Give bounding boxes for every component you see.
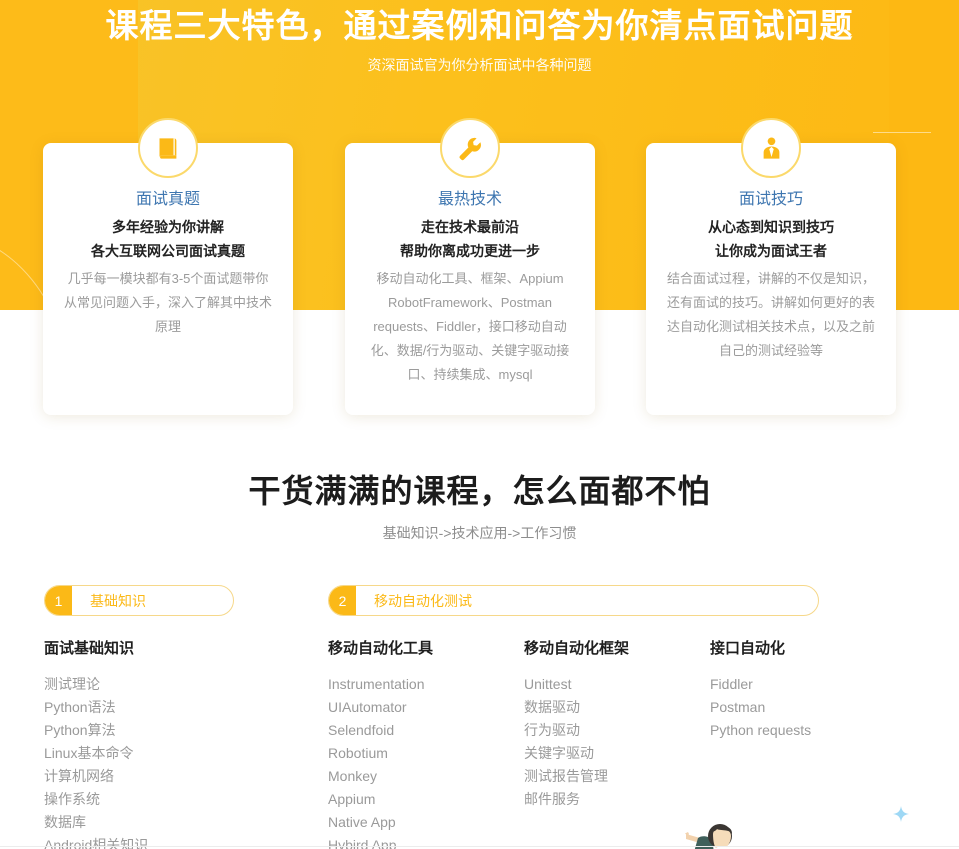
sparkle-icon bbox=[893, 806, 909, 822]
tab-label: 移动自动化测试 bbox=[356, 586, 472, 615]
list-item[interactable]: Robotium bbox=[328, 742, 518, 765]
tab-basic-knowledge[interactable]: 1 基础知识 bbox=[44, 585, 234, 616]
list-item[interactable]: 测试理论 bbox=[44, 673, 314, 696]
list-item[interactable]: Unittest bbox=[524, 673, 704, 696]
curriculum-section-title: 干货满满的课程，怎么面都不怕 bbox=[0, 468, 959, 514]
column-heading: 移动自动化框架 bbox=[524, 638, 704, 660]
feature-card-description: 几乎每一模块都有3-5个面试题带你从常见问题入手，深入了解其中技术原理 bbox=[63, 267, 273, 339]
feature-card-lead: 多年经验为你讲解 各大互联网公司面试真题 bbox=[43, 215, 293, 263]
list-item[interactable]: Python算法 bbox=[44, 719, 314, 742]
list-item[interactable]: 数据库 bbox=[44, 811, 314, 834]
feature-card-interview-questions[interactable]: 面试真题 多年经验为你讲解 各大互联网公司面试真题 几乎每一模块都有3-5个面试… bbox=[43, 143, 293, 415]
column-heading: 面试基础知识 bbox=[44, 638, 314, 660]
list-item[interactable]: Fiddler bbox=[710, 673, 910, 696]
feature-card-title: 面试技巧 bbox=[646, 185, 896, 209]
feature-card-lead-line1: 从心态到知识到技巧 bbox=[646, 215, 896, 239]
feature-card-lead-line1: 多年经验为你讲解 bbox=[43, 215, 293, 239]
person-tie-icon bbox=[741, 118, 801, 178]
list-item[interactable]: Instrumentation bbox=[328, 673, 518, 696]
curriculum-column-mobile-automation-tools: 移动自动化工具 Instrumentation UIAutomator Sele… bbox=[328, 638, 518, 849]
column-heading: 接口自动化 bbox=[710, 638, 910, 660]
list-item[interactable]: 测试报告管理 bbox=[524, 765, 704, 788]
list-item[interactable]: 计算机网络 bbox=[44, 765, 314, 788]
pointing-person-illustration bbox=[684, 812, 746, 849]
list-item[interactable]: Native App bbox=[328, 811, 518, 834]
list-item[interactable]: 操作系统 bbox=[44, 788, 314, 811]
book-icon bbox=[138, 118, 198, 178]
feature-card-lead: 走在技术最前沿 帮助你离成功更进一步 bbox=[345, 215, 595, 263]
column-heading: 移动自动化工具 bbox=[328, 638, 518, 660]
feature-card-interview-skills[interactable]: 面试技巧 从心态到知识到技巧 让你成为面试王者 结合面试过程，讲解的不仅是知识，… bbox=[646, 143, 896, 415]
wrench-icon bbox=[440, 118, 500, 178]
curriculum-tabs: 1 基础知识 2 移动自动化测试 bbox=[0, 585, 959, 617]
curriculum-column-api-automation: 接口自动化 Fiddler Postman Python requests bbox=[710, 638, 910, 742]
tab-number: 1 bbox=[45, 586, 72, 615]
list-item[interactable]: 行为驱动 bbox=[524, 719, 704, 742]
list-item[interactable]: Selendfoid bbox=[328, 719, 518, 742]
feature-card-lead-line2: 各大互联网公司面试真题 bbox=[43, 239, 293, 263]
landing-page: 课程三大特色，通过案例和问答为你清点面试问题 资深面试官为你分析面试中各种问题 … bbox=[0, 0, 959, 849]
feature-card-description: 移动自动化工具、框架、Appium RobotFramework、Postman… bbox=[365, 267, 575, 387]
feature-card-lead-line1: 走在技术最前沿 bbox=[345, 215, 595, 239]
feature-card-description: 结合面试过程，讲解的不仅是知识，还有面试的技巧。讲解如何更好的表达自动化测试相关… bbox=[666, 267, 876, 363]
tab-mobile-automation-testing[interactable]: 2 移动自动化测试 bbox=[328, 585, 819, 616]
feature-card-hot-technology[interactable]: 最热技术 走在技术最前沿 帮助你离成功更进一步 移动自动化工具、框架、Appiu… bbox=[345, 143, 595, 415]
feature-card-title: 最热技术 bbox=[345, 185, 595, 209]
feature-card-lead: 从心态到知识到技巧 让你成为面试王者 bbox=[646, 215, 896, 263]
list-item[interactable]: Linux基本命令 bbox=[44, 742, 314, 765]
list-item[interactable]: Monkey bbox=[328, 765, 518, 788]
bottom-divider bbox=[0, 846, 959, 847]
tab-number: 2 bbox=[329, 586, 356, 615]
feature-card-lead-line2: 让你成为面试王者 bbox=[646, 239, 896, 263]
list-item[interactable]: Appium bbox=[328, 788, 518, 811]
curriculum-section-subtitle: 基础知识->技术应用->工作习惯 bbox=[0, 521, 959, 545]
list-item[interactable]: 关键字驱动 bbox=[524, 742, 704, 765]
curriculum-column-interview-basics: 面试基础知识 测试理论 Python语法 Python算法 Linux基本命令 … bbox=[44, 638, 314, 849]
curriculum-column-mobile-automation-frameworks: 移动自动化框架 Unittest 数据驱动 行为驱动 关键字驱动 测试报告管理 … bbox=[524, 638, 704, 811]
curriculum-columns: 面试基础知识 测试理论 Python语法 Python算法 Linux基本命令 … bbox=[0, 638, 959, 849]
list-item[interactable]: 邮件服务 bbox=[524, 788, 704, 811]
tab-label: 基础知识 bbox=[72, 586, 146, 615]
feature-card-title: 面试真题 bbox=[43, 185, 293, 209]
feature-card-lead-line2: 帮助你离成功更进一步 bbox=[345, 239, 595, 263]
list-item[interactable]: 数据驱动 bbox=[524, 696, 704, 719]
list-item[interactable]: UIAutomator bbox=[328, 696, 518, 719]
list-item[interactable]: Python requests bbox=[710, 719, 910, 742]
list-item[interactable]: Python语法 bbox=[44, 696, 314, 719]
feature-cards: 面试真题 多年经验为你讲解 各大互联网公司面试真题 几乎每一模块都有3-5个面试… bbox=[0, 0, 959, 420]
list-item[interactable]: Postman bbox=[710, 696, 910, 719]
